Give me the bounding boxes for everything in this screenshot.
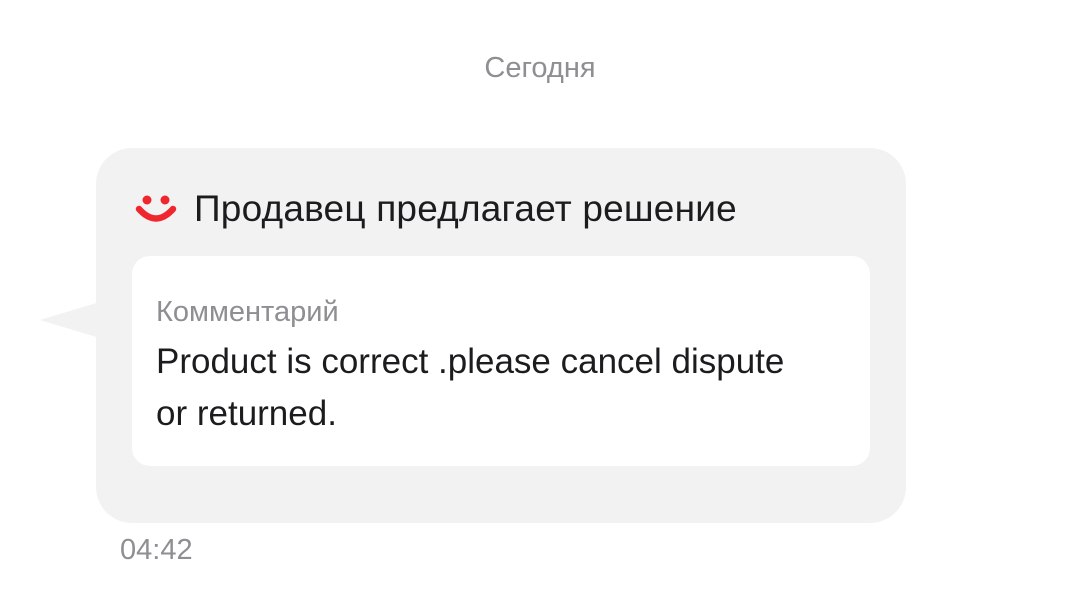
date-separator: Сегодня: [484, 52, 596, 84]
bubble-tail: [40, 301, 100, 339]
comment-card: Комментарий Product is correct .please c…: [132, 256, 870, 466]
message-header: Продавец предлагает решение: [134, 184, 737, 234]
message-bubble[interactable]: Продавец предлагает решение Комментарий …: [96, 148, 906, 523]
comment-text: Product is correct .please cancel disput…: [156, 342, 785, 433]
message-header-title: Продавец предлагает решение: [194, 188, 737, 229]
smile-icon: [135, 195, 177, 222]
comment-label: Комментарий: [156, 296, 339, 328]
message-time: 04:42: [120, 534, 193, 566]
